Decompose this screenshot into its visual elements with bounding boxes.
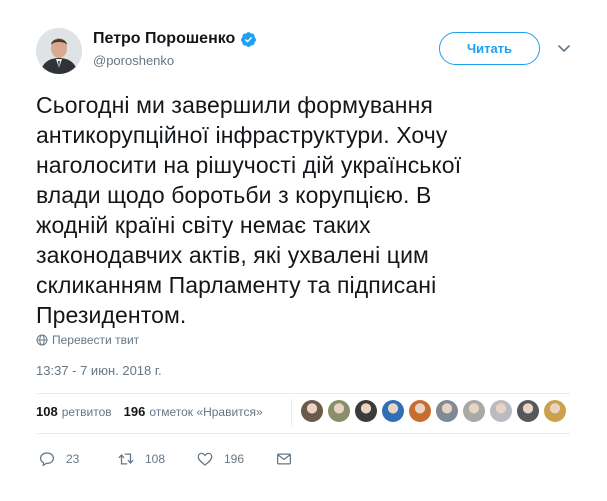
tweet-text-line: Сьогодні ми завершили формування (36, 92, 433, 118)
tweet-actions: 23 108 196 (38, 450, 303, 468)
liker-avatar[interactable] (301, 400, 323, 422)
tweet-text-line: Президентом. (36, 302, 187, 328)
retweet-icon (118, 453, 134, 465)
follow-button[interactable]: Читать (439, 32, 540, 65)
tweet-text-line: законодавчих актів, які ухвалені цим (36, 242, 429, 268)
heart-icon (197, 452, 213, 466)
avatar[interactable] (36, 28, 82, 74)
likes-stat[interactable]: 196 отметок «Нравится» (124, 404, 263, 419)
liker-avatar[interactable] (436, 400, 458, 422)
user-handle[interactable]: @poroshenko (93, 53, 174, 68)
translate-tweet-link[interactable]: Перевести твит (36, 333, 139, 347)
reply-count: 23 (66, 452, 80, 466)
divider (291, 399, 292, 427)
like-button[interactable]: 196 (196, 450, 275, 468)
retweets-label: ретвитов (61, 404, 112, 419)
chevron-down-icon[interactable] (556, 40, 572, 56)
tweet-text-line: антикорупційної інфраструктури. Хочу (36, 122, 448, 148)
tweet-text: Сьогодні ми завершили формування антикор… (36, 90, 576, 330)
likes-count: 196 (123, 404, 146, 419)
liker-avatar[interactable] (517, 400, 539, 422)
retweet-button[interactable]: 108 (117, 450, 196, 468)
tweet-text-line: влади щодо боротьби з корупцією. В (36, 182, 432, 208)
translate-label: Перевести твит (52, 333, 140, 347)
display-name[interactable]: Петро Порошенко (93, 30, 235, 48)
retweets-stat[interactable]: 108 ретвитов (36, 404, 112, 419)
likers-avatars (301, 400, 571, 422)
liker-avatar[interactable] (328, 400, 350, 422)
verified-badge-icon (240, 31, 257, 48)
tweet-text-line: скликанням Парламенту та підписані (36, 272, 437, 298)
tweet-timestamp[interactable]: 13:37 - 7 июн. 2018 г. (36, 363, 162, 378)
divider (36, 393, 570, 394)
liker-avatar[interactable] (544, 400, 566, 422)
retweets-count: 108 (36, 404, 58, 419)
likes-label: отметок «Нравится» (149, 404, 263, 419)
like-count: 196 (224, 452, 245, 466)
liker-avatar[interactable] (490, 400, 512, 422)
tweet-stats: 108 ретвитов 196 отметок «Нравится» (36, 404, 275, 419)
direct-message-button[interactable] (275, 450, 303, 468)
liker-avatar[interactable] (355, 400, 377, 422)
liker-avatar[interactable] (463, 400, 485, 422)
globe-icon (36, 334, 48, 346)
name-row: Петро Порошенко (93, 30, 257, 48)
tweet-text-line: наголосити на рішучості дій української (36, 152, 462, 178)
tweet-text-line: жодній країні світу немає таких (36, 212, 371, 238)
retweet-count: 108 (145, 452, 166, 466)
message-icon (276, 453, 292, 465)
reply-button[interactable]: 23 (38, 450, 117, 468)
tweet-card: Петро Порошенко @poroshenko Читать Сього… (0, 0, 607, 501)
reply-icon (39, 452, 55, 467)
divider (36, 433, 570, 434)
liker-avatar[interactable] (382, 400, 404, 422)
liker-avatar[interactable] (409, 400, 431, 422)
